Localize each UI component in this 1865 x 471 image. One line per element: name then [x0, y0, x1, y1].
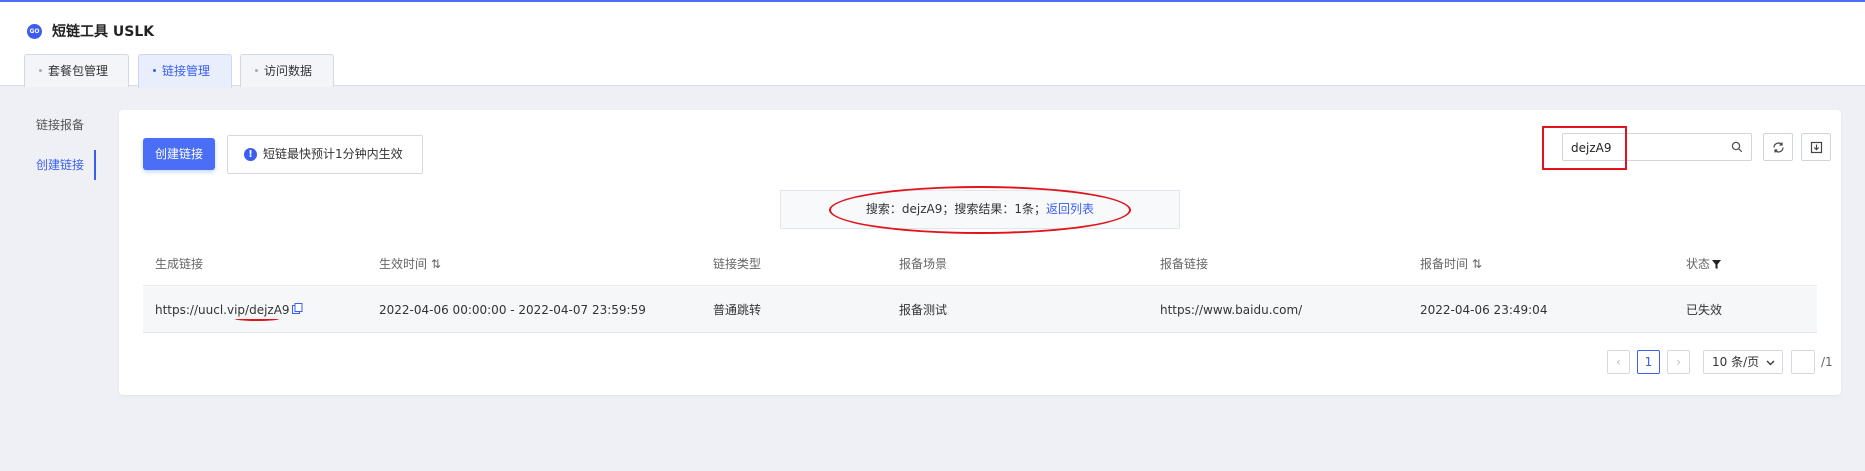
annotation-rectangle [1542, 126, 1627, 170]
next-page-button[interactable]: › [1667, 350, 1690, 374]
download-icon [1810, 141, 1823, 154]
chevron-down-icon [1766, 360, 1775, 366]
tab-label: 套餐包管理 [48, 64, 109, 78]
report-scene-cell: 报备测试 [899, 303, 948, 317]
tab-dot-icon [153, 69, 156, 72]
export-button[interactable] [1801, 133, 1831, 161]
info-icon: ! [244, 148, 257, 161]
tab-dot-icon [255, 69, 258, 72]
table-row: https://uucl.vip/dejzA9 2022-04-06 00:00… [143, 287, 1817, 333]
column-header-sortable[interactable]: 报备时间 ⇅ [1420, 242, 1482, 286]
copy-icon[interactable] [291, 303, 303, 314]
notice-text: 短链最快预计1分钟内生效 [263, 147, 403, 161]
sort-icon[interactable]: ⇅ [431, 257, 441, 271]
table-header: 生成链接 生效时间 ⇅ 链接类型 报备场景 报备链接 报备时间 ⇅ 状态 [143, 242, 1817, 286]
search-icon[interactable] [1731, 141, 1743, 153]
tab-visit-data[interactable]: 访问数据 [240, 54, 334, 87]
link-type-cell: 普通跳转 [713, 303, 762, 317]
report-time-cell: 2022-04-06 23:49:04 [1420, 303, 1548, 317]
column-header: 生成链接 [155, 257, 204, 271]
total-pages: /1 [1821, 355, 1833, 369]
sort-icon[interactable]: ⇅ [1472, 257, 1482, 271]
column-header: 报备链接 [1160, 257, 1209, 271]
app-header: GO 短链工具 USLK 套餐包管理 链接管理 访问数据 [0, 2, 1865, 88]
tab-label: 访问数据 [264, 64, 313, 78]
column-header-filterable[interactable]: 状态 [1686, 242, 1722, 286]
column-header: 报备场景 [899, 257, 948, 271]
filter-icon[interactable] [1712, 260, 1722, 269]
status-cell: 已失效 [1686, 303, 1723, 317]
report-url-cell: https://www.baidu.com/ [1160, 303, 1303, 317]
main-panel: 创建链接 !短链最快预计1分钟内生效 搜索：dejzA9；搜索结果：1条；返回列… [119, 110, 1841, 395]
sidebar-item-link-report[interactable]: 链接报备 [24, 110, 96, 140]
app-title: 短链工具 USLK [52, 24, 155, 40]
refresh-button[interactable] [1763, 133, 1793, 161]
notice-box: ! 短链最快预计1分钟内生效 [227, 135, 423, 174]
page-jump-input[interactable] [1791, 350, 1815, 374]
generated-link-cell: https://uucl.vip/dejzA9 [155, 287, 303, 333]
prev-page-button[interactable]: ‹ [1607, 350, 1630, 374]
tab-link-management[interactable]: 链接管理 [138, 54, 232, 88]
page-1-button[interactable]: 1 [1637, 350, 1660, 374]
sidebar-item-create-link[interactable]: 创建链接 [24, 150, 96, 180]
tab-label: 链接管理 [162, 64, 211, 78]
annotation-ellipse [829, 186, 1131, 234]
tab-dot-icon [39, 69, 42, 72]
column-header: 链接类型 [713, 257, 762, 271]
link-code: dejzA9 [249, 303, 290, 317]
column-header-sortable[interactable]: 生效时间 ⇅ [379, 242, 441, 286]
effective-time-cell: 2022-04-06 00:00:00 - 2022-04-07 23:59:5… [379, 303, 646, 317]
tab-package-management[interactable]: 套餐包管理 [24, 54, 129, 87]
annotation-underline [235, 317, 279, 321]
app-logo-icon: GO [27, 24, 42, 39]
refresh-icon [1773, 142, 1784, 153]
page-size-select[interactable]: 10 条/页 [1703, 350, 1783, 374]
create-link-button[interactable]: 创建链接 [143, 138, 215, 170]
